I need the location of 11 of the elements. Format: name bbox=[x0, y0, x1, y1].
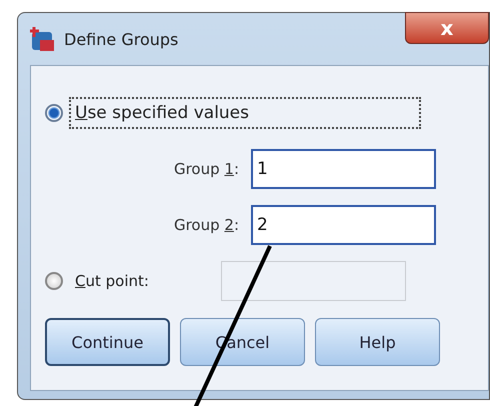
input-field[interactable]: 1 bbox=[251, 149, 436, 189]
dialog-button[interactable]: Continue bbox=[45, 318, 170, 366]
window-title: Define Groups bbox=[64, 30, 180, 48]
field-label: Group 2: bbox=[172, 216, 239, 234]
radio-button[interactable] bbox=[45, 104, 63, 122]
dialog-button[interactable]: Help bbox=[315, 318, 440, 366]
close-button[interactable]: x bbox=[405, 12, 489, 44]
app-icon bbox=[30, 26, 56, 52]
field-label: Group 1: bbox=[172, 160, 239, 178]
input-field[interactable]: 2 bbox=[251, 205, 436, 245]
option-label[interactable]: Use specified values bbox=[69, 97, 421, 129]
